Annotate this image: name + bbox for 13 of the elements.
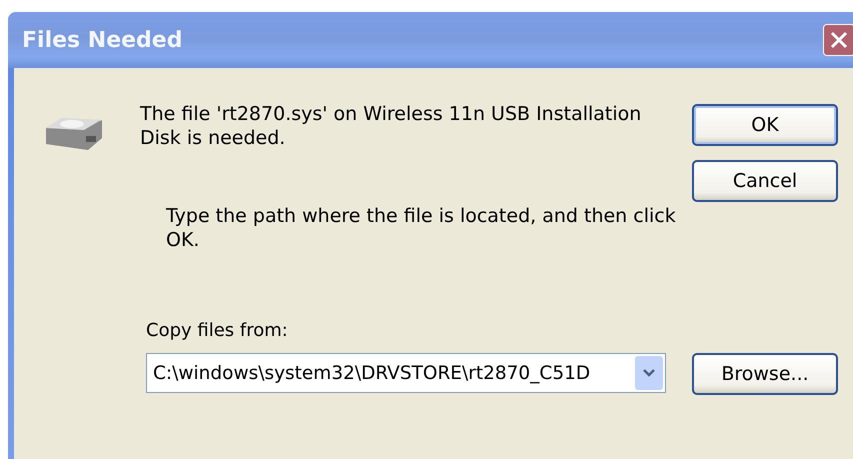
- path-value: C:\windows\system32\DRVSTORE\rt2870_C51D: [153, 362, 590, 384]
- instruction-text: Type the path where the file is located, and then click OK.: [166, 204, 677, 252]
- message-text: The file 'rt2870.sys' on Wireless 11n USB Installation Disk is needed.: [140, 102, 642, 150]
- chevron-down-icon: [643, 368, 655, 378]
- dialog-button[interactable]: Cancel: [692, 160, 838, 202]
- window-title: Files Needed: [22, 28, 182, 52]
- copy-from-label: Copy files from:: [146, 320, 289, 341]
- dropdown-button[interactable]: [635, 356, 663, 390]
- close-icon: [828, 29, 850, 51]
- close-button[interactable]: [823, 24, 853, 56]
- dialog-button[interactable]: OK: [692, 104, 838, 146]
- browse-button[interactable]: Browse...: [692, 353, 838, 395]
- path-combo-box[interactable]: C:\windows\system32\DRVSTORE\rt2870_C51D: [146, 353, 666, 393]
